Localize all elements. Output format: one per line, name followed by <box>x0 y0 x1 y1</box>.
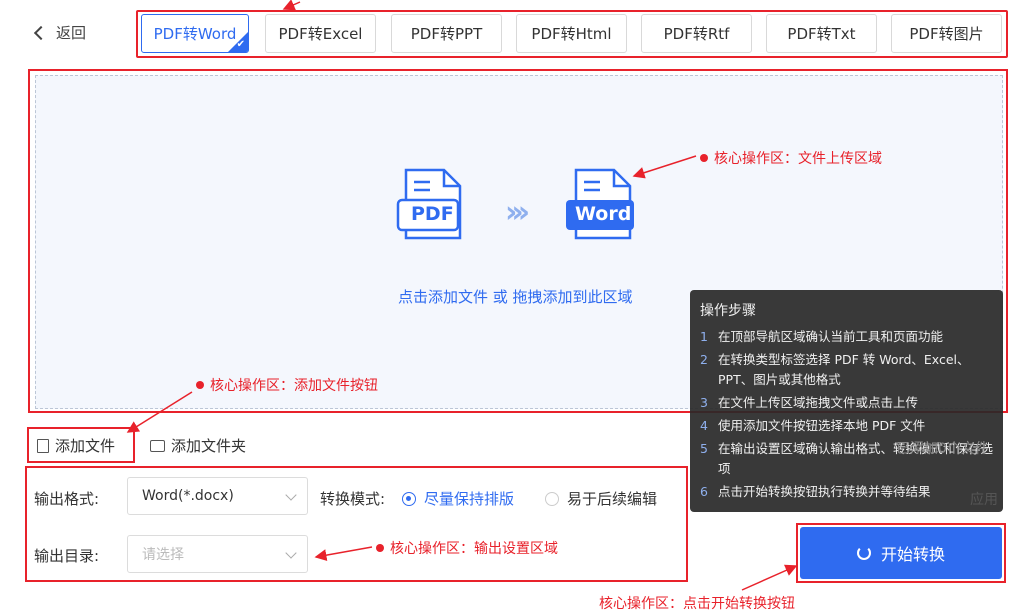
mode-radio-easy-edit[interactable]: 易于后续编辑 <box>545 488 657 509</box>
annotation-convert-button: 核心操作区：点击开始转换按钮 <box>599 596 795 612</box>
back-link[interactable]: 返回 <box>33 22 87 43</box>
list-item: 2 在转换类型标签选择 PDF 转 Word、Excel、PPT、图片或其他格式 <box>700 352 970 387</box>
output-format-label: 输出格式: <box>34 490 100 508</box>
output-dir-label: 输出目录: <box>34 547 100 565</box>
tab-label: PDF转PPT <box>410 25 483 43</box>
list-item: 3 在文件上传区域拖拽文件或点击上传 <box>700 395 919 410</box>
radio-unselected-icon <box>545 491 559 506</box>
back-label: 返回 <box>56 24 87 42</box>
output-format-select[interactable]: Word(*.docx) <box>127 477 308 515</box>
add-file-button[interactable]: 添加文件 <box>37 435 115 456</box>
annotation-add-file: 核心操作区：添加文件按钮 <box>196 375 378 395</box>
tab-pdf-to-html[interactable]: PDF转Html <box>516 14 627 53</box>
chevron-down-icon <box>285 489 297 501</box>
output-dir-select[interactable]: 请选择 <box>127 535 308 573</box>
steps-title: 操作步骤 <box>700 303 756 319</box>
tab-label: PDF转Html <box>531 25 612 43</box>
word-format-label: Word <box>575 203 632 225</box>
pdf-format-label: PDF <box>411 203 454 225</box>
tab-pdf-to-word[interactable]: PDF转Word ✔ <box>141 14 249 53</box>
start-convert-button[interactable]: 开始转换 <box>800 527 1002 579</box>
refresh-icon <box>856 546 871 560</box>
convert-arrows-icon: ››› <box>505 195 530 230</box>
tab-pdf-to-rtf[interactable]: PDF转Rtf <box>641 14 752 53</box>
tab-pdf-to-image[interactable]: PDF转图片 <box>891 14 1002 53</box>
tab-pdf-to-txt[interactable]: PDF转Txt <box>766 14 877 53</box>
mode-radio-keep-layout[interactable]: 尽量保持排版 <box>402 488 514 509</box>
list-item: 6 点击开始转换按钮执行转换并等待结果 <box>700 484 931 499</box>
tab-pdf-to-excel[interactable]: PDF转Excel <box>265 14 376 53</box>
arrow-to-tabs <box>282 0 301 11</box>
folder-icon <box>150 439 165 452</box>
tab-label: PDF转Excel <box>278 25 363 43</box>
list-item: 1 在顶部导航区域确认当前工具和页面功能 <box>700 329 944 344</box>
tab-label: PDF转Word <box>153 25 237 43</box>
added-file-count: 已添加0个文件 <box>896 441 989 457</box>
list-item: 4 使用添加文件按钮选择本地 PDF 文件 <box>700 418 926 433</box>
annotation-dot-icon <box>196 381 204 389</box>
chevron-down-icon <box>285 547 297 559</box>
steps-panel: 操作步骤 1 在顶部导航区域确认当前工具和页面功能 2 在转换类型标签选择 PDF … <box>690 290 1003 512</box>
convert-mode-label: 转换模式: <box>320 490 386 508</box>
add-folder-button[interactable]: 添加文件夹 <box>150 435 246 456</box>
annotation-upload-area: 核心操作区：文件上传区域 <box>700 148 882 168</box>
annotation-dot-icon <box>700 154 708 162</box>
tab-label: PDF转Txt <box>787 25 856 43</box>
tab-label: PDF转图片 <box>909 25 984 43</box>
apply-label[interactable]: 应用 <box>970 489 998 509</box>
tab-label: PDF转Rtf <box>663 25 730 43</box>
arrow-to-start-button <box>741 564 798 591</box>
chevron-left-icon <box>33 25 49 41</box>
settings-annotation-frame <box>25 466 688 582</box>
radio-selected-icon <box>402 491 416 506</box>
upload-hint[interactable]: 点击添加文件 或 拖拽添加到此区域 <box>398 286 633 307</box>
steps-list: 1 在顶部导航区域确认当前工具和页面功能 2 在转换类型标签选择 PDF 转 Wor… <box>700 327 993 502</box>
file-plus-icon <box>37 438 49 453</box>
check-icon: ✔ <box>236 39 245 50</box>
tab-pdf-to-ppt[interactable]: PDF转PPT <box>391 14 502 53</box>
